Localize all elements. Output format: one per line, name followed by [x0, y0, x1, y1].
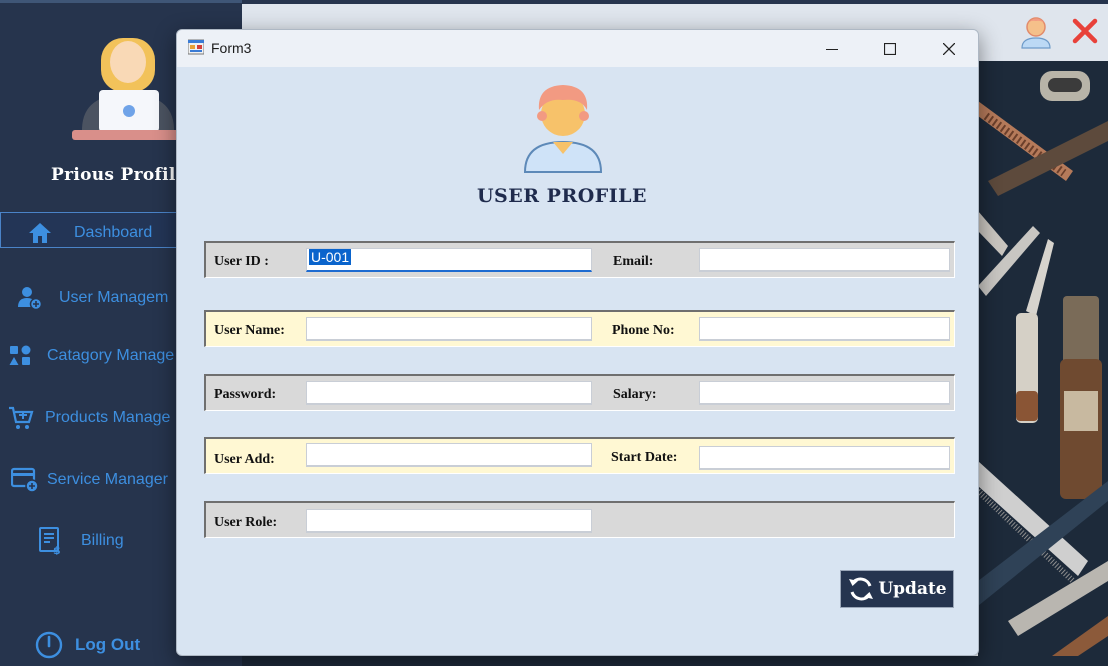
- sidebar-item-user-management[interactable]: User Managem: [17, 285, 168, 311]
- profile-name: Prious Profil: [51, 165, 176, 185]
- admin-avatar-icon: [72, 38, 186, 140]
- barber-tools-background-image: [978, 61, 1108, 666]
- update-label: Update: [878, 579, 947, 599]
- user-profile-icon[interactable]: [1018, 14, 1054, 50]
- sidebar-item-label: User Managem: [59, 289, 169, 306]
- category-icon: [9, 345, 31, 365]
- form3-window: Form3 USER PROFILE User ID : U-001 Email…: [176, 29, 979, 656]
- salary-label: Salary:: [613, 387, 657, 402]
- sidebar-item-dashboard-content[interactable]: Dashboard: [28, 222, 152, 244]
- update-button[interactable]: Update: [840, 570, 954, 608]
- password-label: Password:: [214, 387, 277, 402]
- user-name-label: User Name:: [214, 323, 285, 338]
- user-name-field[interactable]: [306, 317, 592, 341]
- role-label: User Role:: [214, 515, 278, 530]
- form-row-name-phone: User Name: Phone No:: [204, 310, 955, 347]
- form-row-id-email: User ID : U-001 Email:: [204, 241, 955, 278]
- role-field[interactable]: [306, 509, 592, 533]
- address-label: User Add:: [214, 452, 275, 467]
- sidebar-item-service-manager[interactable]: Service Manager: [11, 467, 168, 493]
- refresh-icon: [849, 577, 874, 601]
- start-date-field[interactable]: [699, 446, 950, 470]
- close-icon: [943, 42, 955, 55]
- service-card-icon: [11, 467, 39, 493]
- user-id-field[interactable]: U-001: [306, 248, 592, 272]
- sidebar-item-label: Products Manage: [45, 409, 171, 426]
- close-icon[interactable]: [1071, 17, 1099, 45]
- user-add-icon: [18, 287, 43, 311]
- sidebar-item-billing[interactable]: $ Billing: [38, 527, 124, 555]
- minimize-icon: [826, 48, 838, 50]
- start-date-label: Start Date:: [611, 450, 678, 465]
- minimize-button[interactable]: [803, 30, 861, 67]
- sidebar-item-category-management[interactable]: Catagory Manage: [9, 345, 174, 367]
- form-row-password-salary: Password: Salary:: [204, 374, 955, 411]
- sidebar-top-divider: [0, 0, 242, 3]
- phone-field[interactable]: [699, 317, 950, 341]
- password-field[interactable]: [306, 381, 592, 405]
- user-id-value: U-001: [309, 249, 352, 265]
- home-icon: [29, 223, 51, 243]
- maximize-button[interactable]: [861, 30, 919, 67]
- form-row-address-startdate: User Add: Start Date:: [204, 437, 955, 474]
- logout-label: Log Out: [75, 635, 141, 654]
- window-close-button[interactable]: [920, 30, 978, 67]
- sidebar-item-products-management[interactable]: Products Manage: [8, 405, 170, 431]
- svg-text:$: $: [53, 544, 61, 555]
- maximize-icon: [884, 42, 896, 55]
- logout-button[interactable]: Log Out: [34, 630, 140, 660]
- phone-label: Phone No:: [612, 323, 675, 338]
- user-id-label: User ID :: [214, 254, 269, 269]
- background-bottom-strip: [242, 656, 1108, 666]
- sidebar-item-label: Service Manager: [47, 471, 168, 488]
- window-title: Form3: [211, 40, 252, 56]
- address-field[interactable]: [306, 443, 592, 467]
- salary-field[interactable]: [699, 381, 950, 405]
- sidebar-item-label: Catagory Manage: [47, 347, 175, 364]
- sidebar-item-label: Dashboard: [74, 224, 153, 241]
- form-heading: USER PROFILE: [476, 185, 648, 207]
- window-title-bar[interactable]: Form3: [177, 30, 978, 67]
- email-field[interactable]: [699, 248, 950, 272]
- user-avatar-icon: [523, 85, 603, 173]
- email-label: Email:: [613, 254, 654, 269]
- sidebar-item-label: Billing: [81, 532, 124, 549]
- cart-icon: [9, 406, 34, 429]
- power-icon: [35, 631, 63, 659]
- app-form-icon: [188, 39, 204, 55]
- billing-icon: $: [39, 527, 61, 555]
- form-row-role: User Role:: [204, 501, 955, 538]
